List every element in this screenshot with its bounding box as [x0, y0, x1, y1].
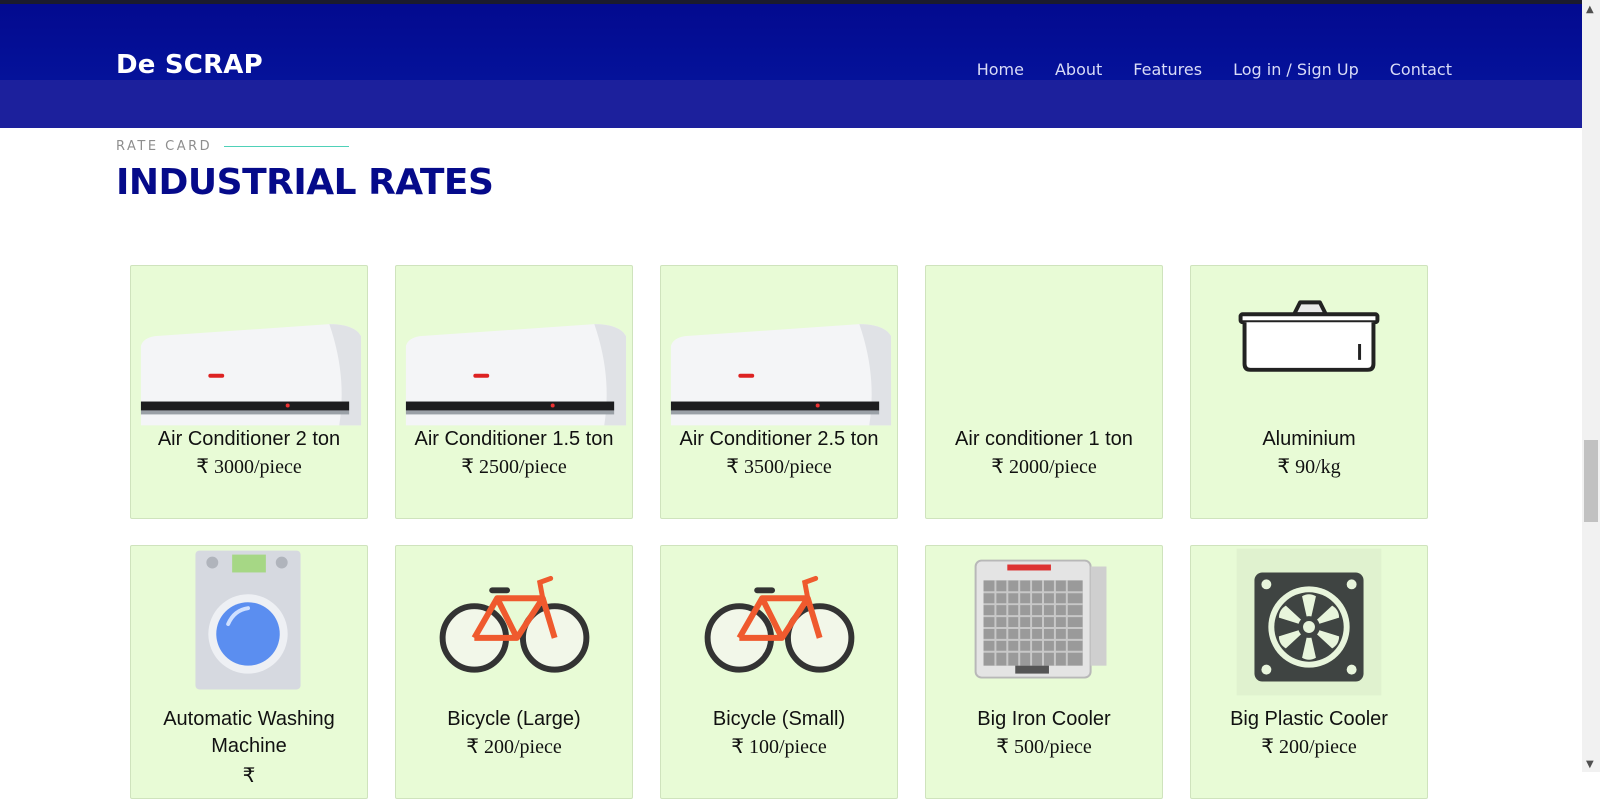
- item-name: Bicycle (Large): [447, 708, 581, 730]
- item-price: ₹ 200/piece: [1191, 735, 1427, 759]
- iron-cooler-icon: [974, 559, 1107, 679]
- rupee-icon: ₹: [196, 456, 209, 478]
- item-name: Air Conditioner 2.5 ton: [679, 428, 879, 450]
- rate-card[interactable]: Automatic Washing Machine ₹: [130, 545, 368, 799]
- item-name: Automatic Washing Machine: [163, 708, 335, 757]
- rate-card[interactable]: Air Conditioner 2 ton ₹ 3000/piece: [130, 265, 368, 519]
- rate-card[interactable]: Aluminium ₹ 90/kg: [1190, 265, 1428, 519]
- item-price: ₹: [131, 764, 367, 788]
- item-name: Air Conditioner 2 ton: [157, 428, 341, 450]
- item-price: ₹ 2500/piece: [396, 455, 632, 479]
- item-price: ₹ 2000/piece: [926, 455, 1162, 479]
- nav-features[interactable]: Features: [1133, 60, 1202, 79]
- item-price: ₹ 100/piece: [661, 735, 897, 759]
- main-nav: Home About Features Log in / Sign Up Con…: [977, 60, 1452, 79]
- rate-card[interactable]: Big Iron Cooler ₹ 500/piece: [925, 545, 1163, 799]
- page-scrollbar[interactable]: ▲ ▼: [1582, 0, 1600, 772]
- item-name: Aluminium: [1262, 428, 1356, 450]
- eyebrow-label: RATE CARD: [116, 139, 213, 154]
- rupee-icon: ₹: [996, 736, 1009, 758]
- rate-card[interactable]: Air Conditioner 2.5 ton ₹ 3500/piece: [660, 265, 898, 519]
- rupee-icon: ₹: [731, 736, 744, 758]
- item-price: ₹ 200/piece: [396, 735, 632, 759]
- scrollbar-thumb[interactable]: [1584, 440, 1598, 522]
- rupee-icon: ₹: [1277, 456, 1291, 478]
- rupee-icon: ₹: [242, 765, 256, 787]
- item-price: ₹ 3500/piece: [661, 455, 897, 479]
- header-lower-band: [0, 80, 1582, 128]
- item-price: ₹ 3000/piece: [131, 455, 367, 479]
- air-conditioner-icon: [140, 324, 362, 426]
- item-price-value: 90/kg: [1295, 456, 1341, 478]
- item-name: Air conditioner 1 ton: [955, 428, 1133, 450]
- eyebrow-accent-line: [224, 146, 350, 147]
- item-price-value: 2500/piece: [478, 456, 567, 478]
- rate-card[interactable]: Air Conditioner 1.5 ton ₹ 2500/piece: [395, 265, 633, 519]
- item-name: Big Plastic Cooler: [1230, 708, 1388, 730]
- nav-login-signup[interactable]: Log in / Sign Up: [1233, 60, 1359, 79]
- item-price-value: 3000/piece: [213, 456, 302, 478]
- rupee-icon: ₹: [1261, 736, 1274, 758]
- item-price: ₹ 500/piece: [926, 735, 1162, 759]
- item-name: Air Conditioner 1.5 ton: [414, 428, 614, 450]
- page-title: INDUSTRIAL RATES: [116, 162, 494, 203]
- item-price-value: 200/piece: [1278, 736, 1357, 758]
- brand-logo[interactable]: De SCRAP: [116, 50, 263, 80]
- item-price-value: 3500/piece: [743, 456, 832, 478]
- item-price-value: 200/piece: [483, 736, 562, 758]
- item-name: Bicycle (Small): [712, 708, 846, 730]
- bicycle-icon: [439, 575, 590, 673]
- section-eyebrow: RATE CARD: [116, 139, 350, 154]
- site-header: De SCRAP Home About Features Log in / Si…: [0, 4, 1582, 128]
- rate-card[interactable]: Bicycle (Small) ₹ 100/piece: [660, 545, 898, 799]
- rupee-icon: ₹: [726, 456, 739, 478]
- scroll-down-arrow-icon[interactable]: ▼: [1586, 759, 1594, 770]
- item-price-value: 2000/piece: [1008, 456, 1097, 478]
- rupee-icon: ₹: [466, 736, 479, 758]
- rupee-icon: ₹: [461, 456, 474, 478]
- scroll-up-arrow-icon[interactable]: ▲: [1586, 4, 1594, 15]
- item-price-value: 100/piece: [748, 736, 827, 758]
- nav-about[interactable]: About: [1055, 60, 1102, 79]
- air-conditioner-icon: [405, 324, 627, 426]
- item-name: Big Iron Cooler: [977, 708, 1111, 730]
- washing-machine-icon: [195, 550, 301, 690]
- rupee-icon: ₹: [991, 456, 1004, 478]
- rate-card[interactable]: Air conditioner 1 ton ₹ 2000/piece: [925, 265, 1163, 519]
- plastic-cooler-icon: [1236, 548, 1382, 696]
- air-conditioner-icon: [670, 324, 892, 426]
- bicycle-icon: [704, 575, 855, 673]
- rate-card[interactable]: Big Plastic Cooler ₹ 200/piece: [1190, 545, 1428, 799]
- item-price-value: 500/piece: [1013, 736, 1092, 758]
- rate-card[interactable]: Bicycle (Large) ₹ 200/piece: [395, 545, 633, 799]
- nav-contact[interactable]: Contact: [1390, 60, 1452, 79]
- nav-home[interactable]: Home: [977, 60, 1024, 79]
- aluminium-tray-icon: [1238, 300, 1380, 372]
- item-price: ₹ 90/kg: [1191, 455, 1427, 479]
